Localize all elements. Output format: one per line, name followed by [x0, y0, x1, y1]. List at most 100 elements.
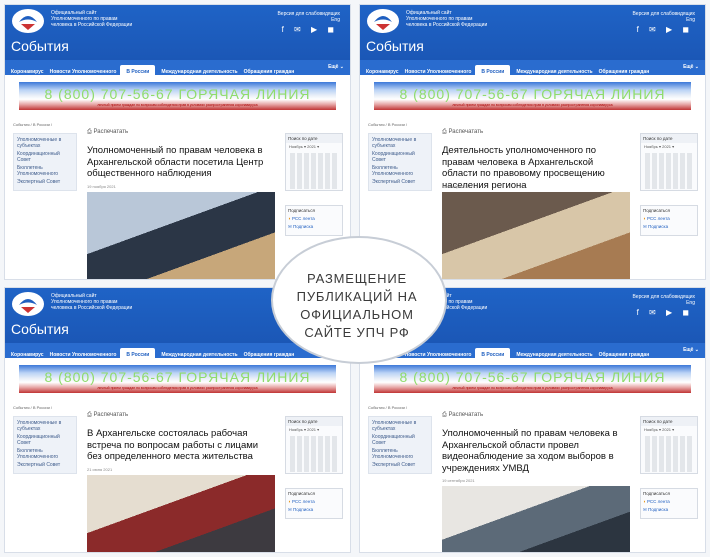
nav-item[interactable]: Коронавирус [360, 65, 399, 80]
hotline-subtitle: личный прием граждан по вопросам соблюде… [452, 386, 613, 390]
mail-link[interactable]: ✉ Подписка [288, 507, 340, 513]
vision-link[interactable]: Версия для слабовидящихEng [270, 11, 340, 23]
calendar-title: Поиск по дате [286, 134, 342, 143]
breadcrumb[interactable]: События / В России / [368, 405, 407, 410]
social-icons[interactable]: f ✉ ▶ ◼ [637, 25, 693, 34]
org-name: Официальный сайтУполномоченного по права… [51, 10, 133, 28]
nav-item[interactable]: Обращения граждан [593, 348, 650, 363]
sidebar-item[interactable]: Бюллетень Уполномоченного [372, 448, 428, 460]
mail-link[interactable]: ✉ Подписка [288, 224, 340, 230]
nav-item[interactable]: Международная деятельность [510, 348, 592, 363]
rss-link[interactable]: ◗ РСС лента [643, 216, 695, 221]
date-calendar[interactable]: Поиск по дате Ноябрь ▾ 2021 ▾ [640, 133, 698, 191]
social-icons[interactable]: f ✉ ▶ ◼ [282, 25, 338, 34]
print-link[interactable]: ⎙ Распечатать [87, 129, 128, 136]
breadcrumb[interactable]: События / В России / [368, 122, 407, 127]
article-photo [442, 191, 630, 279]
nav-item[interactable]: Новости Уполномоченного [44, 348, 117, 363]
date-calendar[interactable]: Поиск по дате Ноябрь ▾ 2021 ▾ [285, 416, 343, 474]
mail-link[interactable]: ✉ Подписка [643, 507, 695, 513]
sidebar-item[interactable]: Бюллетень Уполномоченного [372, 165, 428, 177]
nav-more[interactable]: Ещё ⌄ [322, 60, 344, 75]
sidebar-item[interactable]: Экспертный Совет [17, 462, 73, 468]
year-select[interactable]: 2021 ▾ [307, 427, 319, 432]
sidebar-item[interactable]: Уполномоченные в субъектах [372, 137, 428, 149]
hotline-phone: 8 (800) 707-56-67 ГОРЯЧАЯ ЛИНИЯ [44, 86, 311, 102]
calendar-grid[interactable] [645, 153, 693, 189]
nav-item[interactable]: Коронавирус [5, 348, 44, 363]
nav-item[interactable]: Обращения граждан [238, 348, 295, 363]
print-link[interactable]: ⎙ Распечатать [442, 412, 483, 419]
nav-item[interactable]: Обращения граждан [593, 65, 650, 80]
calendar-grid[interactable] [645, 436, 693, 472]
vision-link[interactable]: Версия для слабовидящихEng [625, 294, 695, 306]
subscribe-box: Подписаться ◗ РСС лента ✉ Подписка [285, 205, 343, 236]
vision-link[interactable]: Версия для слабовидящихEng [625, 11, 695, 23]
nav-item-active[interactable]: В России [120, 65, 156, 80]
social-icons[interactable]: f ✉ ▶ ◼ [637, 308, 693, 317]
month-select[interactable]: Ноябрь ▾ [644, 144, 661, 149]
calendar-grid[interactable] [290, 153, 338, 189]
print-link[interactable]: ⎙ Распечатать [442, 129, 483, 136]
hotline-subtitle: личный прием граждан по вопросам соблюде… [97, 386, 258, 390]
nav-more[interactable]: Ещё ⌄ [677, 343, 699, 358]
hotline-banner[interactable]: 8 (800) 707-56-67 ГОРЯЧАЯ ЛИНИЯ личный п… [374, 82, 691, 110]
nav-item[interactable]: Международная деятельность [155, 348, 237, 363]
sidebar-item[interactable]: Экспертный Совет [17, 179, 73, 185]
sidebar-item[interactable]: Уполномоченные в субъектах [372, 420, 428, 432]
sidebar: Уполномоченные в субъектах Координационн… [13, 416, 77, 474]
screenshot-panel: Официальный сайтУполномоченного по права… [4, 4, 351, 280]
subscribe-box: Подписаться ◗ РСС лента ✉ Подписка [640, 488, 698, 519]
rss-link[interactable]: ◗ РСС лента [288, 216, 340, 221]
main-nav: КоронавирусНовости УполномоченногоВ Росс… [360, 60, 705, 80]
sidebar-item[interactable]: Координационный Совет [17, 151, 73, 163]
sidebar-item[interactable]: Экспертный Совет [372, 179, 428, 185]
sidebar-item[interactable]: Экспертный Совет [372, 462, 428, 468]
sidebar-item[interactable]: Координационный Совет [372, 434, 428, 446]
calendar-grid[interactable] [290, 436, 338, 472]
breadcrumb[interactable]: События / В России / [13, 122, 52, 127]
nav-item[interactable]: Международная деятельность [155, 65, 237, 80]
month-select[interactable]: Ноябрь ▾ [289, 427, 306, 432]
breadcrumb[interactable]: События / В России / [13, 405, 52, 410]
sidebar-item[interactable]: Координационный Совет [372, 151, 428, 163]
article-date: 19 ноября 2021 [87, 183, 116, 189]
nav-item-active[interactable]: В России [120, 348, 156, 363]
sidebar-item[interactable]: Бюллетень Уполномоченного [17, 165, 73, 177]
nav-item-active[interactable]: В России [475, 348, 511, 363]
rss-link[interactable]: ◗ РСС лента [288, 499, 340, 504]
page-title: События [11, 38, 69, 54]
year-select[interactable]: 2021 ▾ [307, 144, 319, 149]
nav-item[interactable]: Новости Уполномоченного [399, 65, 472, 80]
sidebar-item[interactable]: Уполномоченные в субъектах [17, 420, 73, 432]
nav-item-active[interactable]: В России [475, 65, 511, 80]
rss-link[interactable]: ◗ РСС лента [643, 499, 695, 504]
print-link[interactable]: ⎙ Распечатать [87, 412, 128, 419]
sidebar-item[interactable]: Уполномоченные в субъектах [17, 137, 73, 149]
year-select[interactable]: 2021 ▾ [662, 144, 674, 149]
article-photo [442, 486, 630, 552]
hotline-phone: 8 (800) 707-56-67 ГОРЯЧАЯ ЛИНИЯ [399, 86, 666, 102]
nav-item[interactable]: Коронавирус [5, 65, 44, 80]
date-calendar[interactable]: Поиск по дате Ноябрь ▾ 2021 ▾ [285, 133, 343, 191]
article-date: 19 сентября 2021 [442, 478, 475, 483]
emblem-icon [367, 9, 399, 33]
mail-link[interactable]: ✉ Подписка [643, 224, 695, 230]
month-select[interactable]: Ноябрь ▾ [289, 144, 306, 149]
mail-icon: ✉ [288, 507, 292, 512]
month-select[interactable]: Ноябрь ▾ [644, 427, 661, 432]
hotline-banner[interactable]: 8 (800) 707-56-67 ГОРЯЧАЯ ЛИНИЯ личный п… [19, 365, 336, 393]
sidebar: Уполномоченные в субъектах Координационн… [368, 416, 432, 474]
hotline-phone: 8 (800) 707-56-67 ГОРЯЧАЯ ЛИНИЯ [399, 369, 666, 385]
date-calendar[interactable]: Поиск по дате Ноябрь ▾ 2021 ▾ [640, 416, 698, 474]
hotline-banner[interactable]: 8 (800) 707-56-67 ГОРЯЧАЯ ЛИНИЯ личный п… [19, 82, 336, 110]
nav-more[interactable]: Ещё ⌄ [677, 60, 699, 75]
sidebar-item[interactable]: Бюллетень Уполномоченного [17, 448, 73, 460]
org-name: Официальный сайтУполномоченного по права… [406, 10, 488, 28]
hotline-banner[interactable]: 8 (800) 707-56-67 ГОРЯЧАЯ ЛИНИЯ личный п… [374, 365, 691, 393]
nav-item[interactable]: Обращения граждан [238, 65, 295, 80]
nav-item[interactable]: Международная деятельность [510, 65, 592, 80]
nav-item[interactable]: Новости Уполномоченного [44, 65, 117, 80]
sidebar-item[interactable]: Координационный Совет [17, 434, 73, 446]
year-select[interactable]: 2021 ▾ [662, 427, 674, 432]
